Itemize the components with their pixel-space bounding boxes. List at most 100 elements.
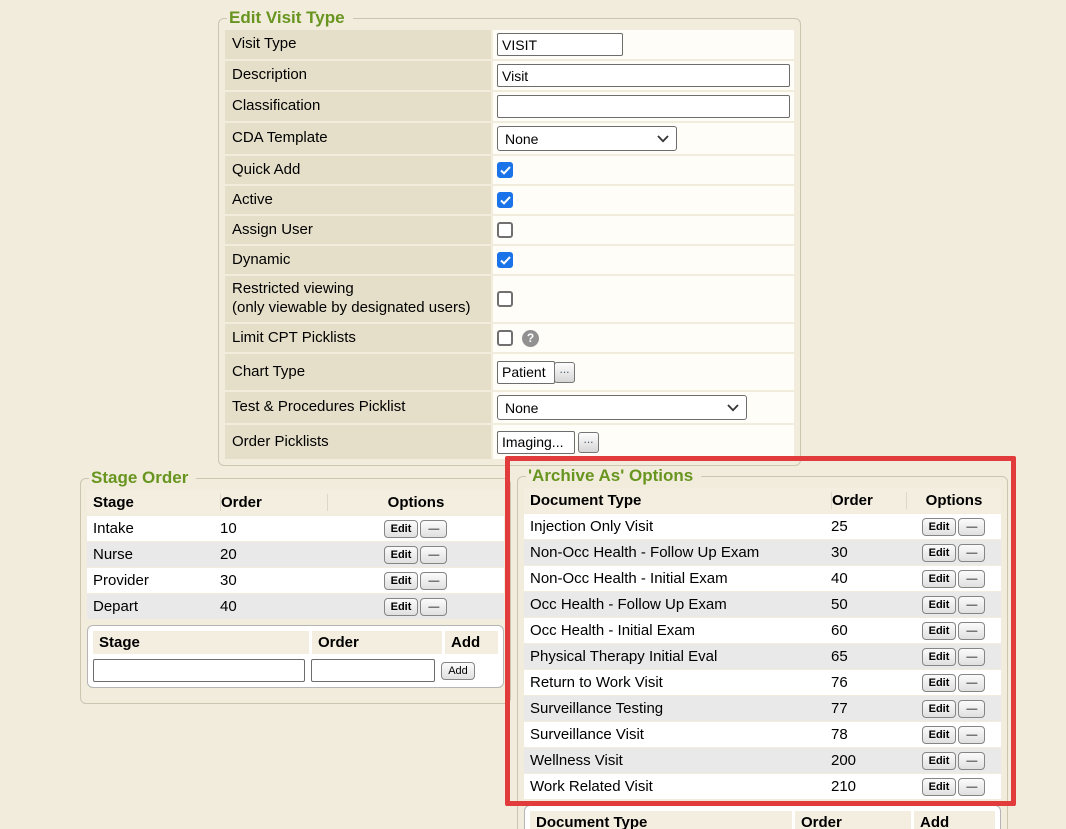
edit-visit-type-panel: Edit Visit Type Visit Type Description C… bbox=[218, 8, 801, 466]
remove-button[interactable]: — bbox=[958, 700, 985, 718]
stage-add-box: Stage Order Add Add bbox=[87, 625, 504, 688]
edit-button[interactable]: Edit bbox=[922, 544, 957, 562]
test-procedures-select[interactable]: None bbox=[497, 395, 747, 420]
visit-type-input[interactable] bbox=[497, 33, 623, 56]
edit-button[interactable]: Edit bbox=[922, 726, 957, 744]
remove-button[interactable]: — bbox=[958, 518, 985, 536]
remove-button[interactable]: — bbox=[958, 622, 985, 640]
assign-user-checkbox[interactable] bbox=[497, 222, 513, 238]
active-checkbox[interactable] bbox=[497, 192, 513, 208]
form-row-quick-add: Quick Add bbox=[225, 156, 794, 184]
description-input[interactable] bbox=[497, 64, 790, 87]
field-label: Visit Type bbox=[225, 30, 491, 59]
edit-button[interactable]: Edit bbox=[922, 674, 957, 692]
archive-as-options-panel: 'Archive As' Options Document Type Order… bbox=[517, 466, 1008, 829]
field-label: Restricted viewing bbox=[232, 280, 489, 299]
quick-add-checkbox[interactable] bbox=[497, 162, 513, 178]
panel-title: Stage Order bbox=[89, 468, 196, 488]
remove-button[interactable]: — bbox=[420, 520, 447, 538]
edit-button[interactable]: Edit bbox=[384, 520, 419, 538]
edit-button[interactable]: Edit bbox=[922, 778, 957, 796]
field-label: Active bbox=[225, 186, 491, 214]
remove-button[interactable]: — bbox=[958, 674, 985, 692]
new-stage-order-input[interactable] bbox=[311, 659, 435, 682]
column-header-stage: Stage bbox=[87, 494, 220, 511]
table-row: Wellness Visit 200 Edit — bbox=[524, 748, 1001, 773]
field-value-cell bbox=[493, 30, 794, 59]
remove-button[interactable]: — bbox=[958, 596, 985, 614]
order-cell: 10 bbox=[220, 520, 327, 537]
document-type-cell: Surveillance Visit bbox=[524, 726, 831, 743]
table-row: Physical Therapy Initial Eval 65 Edit — bbox=[524, 644, 1001, 669]
chart-type-input[interactable] bbox=[497, 361, 555, 384]
order-picklists-browse-button[interactable]: ... bbox=[578, 432, 599, 453]
order-cell: 60 bbox=[831, 622, 906, 639]
document-type-cell: Injection Only Visit bbox=[524, 518, 831, 535]
field-label: Description bbox=[225, 61, 491, 90]
stage-cell: Provider bbox=[87, 572, 220, 589]
table-row: Return to Work Visit 76 Edit — bbox=[524, 670, 1001, 695]
column-header-order: Order bbox=[831, 492, 906, 509]
form-row-cda-template: CDA Template None bbox=[225, 123, 794, 154]
classification-input[interactable] bbox=[497, 95, 790, 118]
form-row-classification: Classification bbox=[225, 92, 794, 121]
field-label-subtext: (only viewable by designated users) bbox=[232, 299, 489, 318]
edit-button[interactable]: Edit bbox=[384, 546, 419, 564]
edit-button[interactable]: Edit bbox=[922, 648, 957, 666]
form-row-dynamic: Dynamic bbox=[225, 246, 794, 274]
document-type-cell: Return to Work Visit bbox=[524, 674, 831, 691]
cda-template-select[interactable]: None bbox=[497, 126, 677, 151]
order-cell: 78 bbox=[831, 726, 906, 743]
edit-button[interactable]: Edit bbox=[384, 572, 419, 590]
document-type-cell: Work Related Visit bbox=[524, 778, 831, 795]
remove-button[interactable]: — bbox=[958, 648, 985, 666]
table-row: Work Related Visit 210 Edit — bbox=[524, 774, 1001, 799]
edit-button[interactable]: Edit bbox=[922, 570, 957, 588]
remove-button[interactable]: — bbox=[420, 572, 447, 590]
remove-button[interactable]: — bbox=[958, 726, 985, 744]
field-label: Dynamic bbox=[225, 246, 491, 274]
order-cell: 50 bbox=[831, 596, 906, 613]
restricted-viewing-checkbox[interactable] bbox=[497, 291, 513, 307]
document-type-cell: Surveillance Testing bbox=[524, 700, 831, 717]
edit-button[interactable]: Edit bbox=[922, 596, 957, 614]
order-cell: 30 bbox=[220, 572, 327, 589]
edit-button[interactable]: Edit bbox=[922, 518, 957, 536]
check-icon bbox=[500, 256, 511, 265]
order-cell: 77 bbox=[831, 700, 906, 717]
edit-button[interactable]: Edit bbox=[922, 752, 957, 770]
field-label: Limit CPT Picklists bbox=[225, 324, 491, 352]
remove-button[interactable]: — bbox=[958, 752, 985, 770]
table-row: Surveillance Visit 78 Edit — bbox=[524, 722, 1001, 747]
chart-type-browse-button[interactable]: ... bbox=[554, 362, 575, 383]
order-cell: 40 bbox=[220, 598, 327, 615]
edit-button[interactable]: Edit bbox=[922, 622, 957, 640]
form-row-active: Active bbox=[225, 186, 794, 214]
field-label: Quick Add bbox=[225, 156, 491, 184]
column-header-add: Add bbox=[914, 811, 995, 829]
order-cell: 76 bbox=[831, 674, 906, 691]
remove-button[interactable]: — bbox=[420, 546, 447, 564]
remove-button[interactable]: — bbox=[958, 544, 985, 562]
remove-button[interactable]: — bbox=[420, 598, 447, 616]
document-type-cell: Wellness Visit bbox=[524, 752, 831, 769]
visit-type-admin-page: Edit Visit Type Visit Type Description C… bbox=[0, 0, 1066, 829]
column-header-options: Options bbox=[327, 494, 504, 511]
form-row-visit-type: Visit Type bbox=[225, 30, 794, 59]
remove-button[interactable]: — bbox=[958, 778, 985, 796]
add-stage-button[interactable]: Add bbox=[441, 662, 475, 680]
panel-title: 'Archive As' Options bbox=[526, 466, 701, 486]
column-header-order: Order bbox=[795, 811, 911, 829]
field-label: Test & Procedures Picklist bbox=[225, 392, 491, 423]
edit-button[interactable]: Edit bbox=[922, 700, 957, 718]
help-icon[interactable]: ? bbox=[522, 330, 539, 347]
new-stage-input[interactable] bbox=[93, 659, 305, 682]
table-row: Depart 40 Edit — bbox=[87, 594, 504, 619]
order-picklists-input[interactable] bbox=[497, 431, 575, 454]
chevron-down-icon bbox=[727, 404, 739, 412]
remove-button[interactable]: — bbox=[958, 570, 985, 588]
limit-cpt-checkbox[interactable] bbox=[497, 330, 513, 346]
archive-add-box: Document Type Order Add bbox=[524, 805, 1001, 829]
dynamic-checkbox[interactable] bbox=[497, 252, 513, 268]
edit-button[interactable]: Edit bbox=[384, 598, 419, 616]
